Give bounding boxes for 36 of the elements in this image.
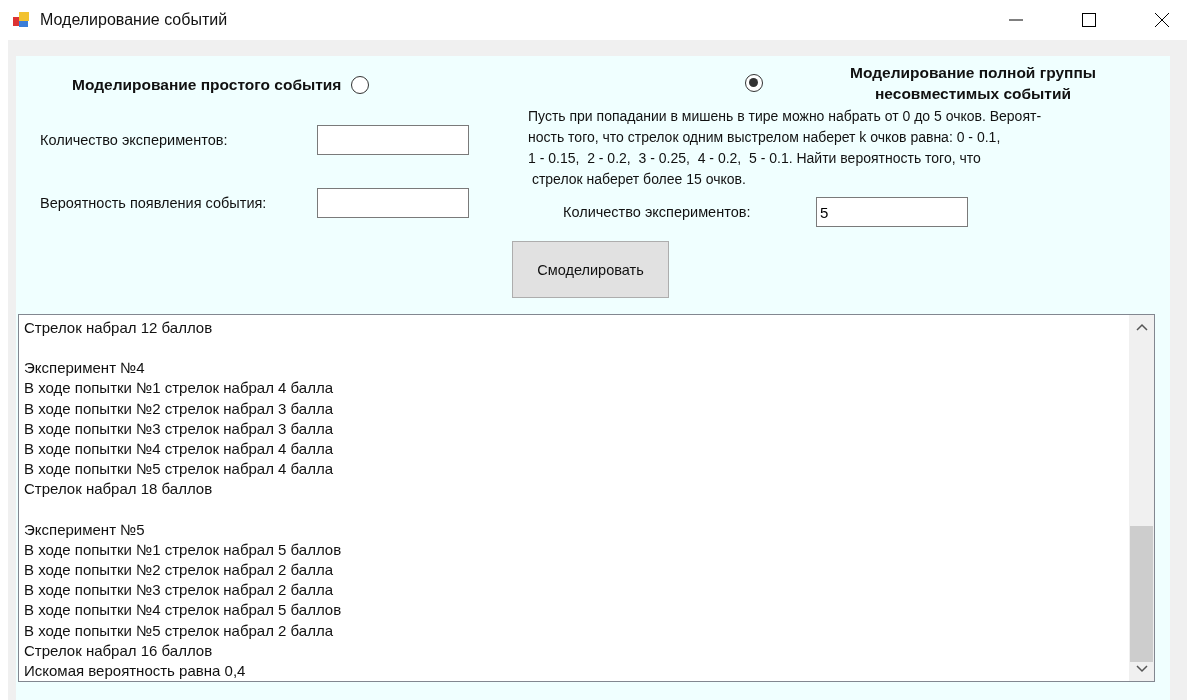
- log-line: В ходе попытки №2 стрелок набрал 3 балла: [24, 398, 335, 419]
- field-label: Вероятность появления события:: [40, 195, 268, 211]
- mode-label: Моделирование простого события: [72, 76, 342, 94]
- log-line: В ходе попытки №1 стрелок набрал 4 балла: [24, 378, 335, 399]
- window-title: Моделирование событий: [40, 11, 228, 29]
- problem-text: Пусть при попадании в мишень в тире можно набрать от 0 до 5 очков. Вероят- ность того, что стрелок одним выстрелом наберет k очков равна: 0 - 0.1, 1 - 0.15, 2 - 0.2, 3 - 0.25, 4 - 0.2, 5 - 0.1. Найти вероятность того, что стрелок наберет более 15 очков.: [528, 107, 1043, 189]
- log-line: Стрелок набрал 12 баллов: [24, 318, 214, 338]
- field-label: Количество экспериментов:: [40, 132, 229, 148]
- log-line: Стрелок набрал 18 баллов: [24, 479, 214, 500]
- log-line: В ходе попытки №2 стрелок набрал 2 балла: [24, 560, 335, 581]
- app-icon: [12, 11, 30, 29]
- log-line: Стрелок набрал 16 баллов: [24, 640, 214, 661]
- log-line: В ходе попытки №4 стрелок набрал 4 балла: [24, 439, 335, 459]
- scrollbar[interactable]: [1129, 315, 1154, 681]
- input-field[interactable]: [317, 188, 469, 218]
- scroll-up-icon[interactable]: [1135, 323, 1148, 331]
- mode-label: Моделирование полной группы несовместимых событий: [849, 63, 1097, 104]
- log-line: В ходе попытки №5 стрелок набрал 2 балла: [24, 620, 335, 641]
- log-line: В ходе попытки №4 стрелок набрал 5 баллов: [24, 600, 343, 621]
- radio-button[interactable]: [745, 74, 763, 92]
- scroll-thumb[interactable]: [1130, 526, 1153, 662]
- field-label: Количество экспериментов:: [563, 204, 752, 220]
- log-line: Эксперимент №5: [24, 519, 146, 540]
- log-line: Эксперимент №4: [24, 358, 146, 379]
- log-line: В ходе попытки №1 стрелок набрал 5 баллов: [24, 539, 343, 560]
- log-line: В ходе попытки №3 стрелок набрал 2 балла: [24, 580, 335, 601]
- close-icon[interactable]: [1154, 12, 1170, 28]
- log-line: Искомая вероятность равна 0,4: [24, 661, 247, 681]
- scroll-down-icon[interactable]: [1135, 665, 1148, 673]
- radio-button[interactable]: [351, 76, 370, 94]
- input-field[interactable]: 5: [816, 197, 968, 227]
- simulate-button[interactable]: Смоделировать: [512, 241, 669, 298]
- input-field[interactable]: [317, 125, 469, 155]
- maximize-icon[interactable]: [1081, 12, 1097, 28]
- log-line: В ходе попытки №3 стрелок набрал 3 балла: [24, 418, 335, 439]
- log-line: В ходе попытки №5 стрелок набрал 4 балла: [24, 459, 335, 480]
